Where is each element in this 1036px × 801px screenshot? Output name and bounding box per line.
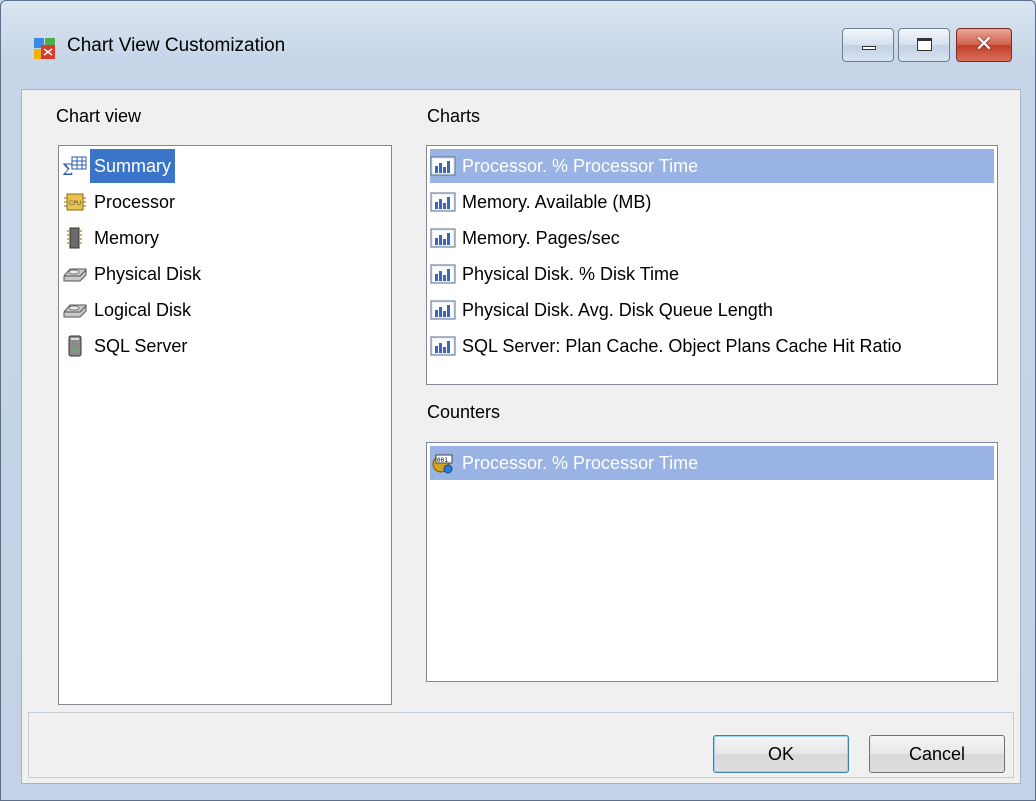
counters-item-label: Processor. % Processor Time xyxy=(462,453,699,473)
chart-view-item[interactable]: Memory xyxy=(62,221,163,255)
chart-view-list[interactable]: Σ Summary CPU Processor Memory Physical Disk L… xyxy=(58,145,392,705)
charts-item[interactable]: Memory. Pages/sec xyxy=(430,221,994,255)
chart-icon xyxy=(430,263,456,285)
minimize-button[interactable] xyxy=(842,28,894,62)
charts-item[interactable]: SQL Server: Plan Cache. Object Plans Cac… xyxy=(430,329,994,363)
chart-icon xyxy=(430,335,456,357)
charts-item-label: Processor. % Processor Time xyxy=(462,156,699,176)
charts-item-label: SQL Server: Plan Cache. Object Plans Cac… xyxy=(462,336,902,356)
charts-item[interactable]: Processor. % Processor Time xyxy=(430,149,994,183)
chart-icon xyxy=(430,227,456,249)
charts-item[interactable]: Memory. Available (MB) xyxy=(430,185,994,219)
counters-label: Counters xyxy=(427,402,501,422)
counters-item[interactable]: 001 Processor. % Processor Time xyxy=(430,446,994,480)
chart-view-item-label: Processor xyxy=(94,192,176,212)
chart-view-item[interactable]: Physical Disk xyxy=(62,257,205,291)
chart-view-item[interactable]: CPU Processor xyxy=(62,185,179,219)
maximize-icon xyxy=(917,38,932,51)
chart-view-item-label: Memory xyxy=(94,228,160,248)
chart-view-item[interactable]: Σ Summary xyxy=(62,149,176,183)
minimize-icon xyxy=(862,46,876,50)
charts-item-label: Physical Disk. % Disk Time xyxy=(462,264,680,284)
close-icon: ✕ xyxy=(974,31,994,56)
close-button[interactable]: ✕ xyxy=(956,28,1012,62)
charts-item-label: Memory. Available (MB) xyxy=(462,192,652,212)
charts-item[interactable]: Physical Disk. % Disk Time xyxy=(430,257,994,291)
counters-list[interactable]: 001 Processor. % Processor Time xyxy=(426,442,998,682)
button-bar: OK Cancel xyxy=(28,712,1014,778)
chart-view-item-label: Summary xyxy=(90,149,176,183)
cancel-button[interactable]: Cancel xyxy=(869,735,1005,773)
dialog-client-area: Chart view Σ Summary CPU Processor Memory Phy… xyxy=(21,89,1021,784)
chart-view-item[interactable]: SQL Server xyxy=(62,329,191,363)
charts-item[interactable]: Physical Disk. Avg. Disk Queue Length xyxy=(430,293,994,327)
ok-button[interactable]: OK xyxy=(713,735,849,773)
charts-item-label: Memory. Pages/sec xyxy=(462,228,620,248)
title-bar[interactable]: Chart View Customization ✕ xyxy=(1,1,1035,89)
disk-icon xyxy=(62,263,88,285)
svg-text:001: 001 xyxy=(437,457,448,464)
window-title: Chart View Customization xyxy=(67,35,286,56)
disk-icon xyxy=(62,299,88,321)
summary-icon: Σ xyxy=(62,155,88,179)
charts-label: Charts xyxy=(427,106,481,126)
chart-view-item[interactable]: Logical Disk xyxy=(62,293,195,327)
chart-view-item-label: Physical Disk xyxy=(94,264,202,284)
memory-icon xyxy=(62,227,88,249)
chart-icon xyxy=(430,191,456,213)
dialog-window: Chart View Customization ✕ Chart view ΣS… xyxy=(0,0,1036,801)
svg-text:CPU: CPU xyxy=(69,200,81,207)
server-icon xyxy=(62,335,88,357)
chart-view-item-label: Logical Disk xyxy=(94,300,192,320)
processor-icon: CPU xyxy=(62,191,88,213)
chart-view-item-label: SQL Server xyxy=(94,336,188,356)
chart-icon xyxy=(430,299,456,321)
chart-view-label: Chart view xyxy=(56,106,142,126)
maximize-button[interactable] xyxy=(898,28,950,62)
counter-icon: 001 xyxy=(430,452,456,474)
app-icon xyxy=(34,38,55,59)
charts-item-label: Physical Disk. Avg. Disk Queue Length xyxy=(462,300,773,320)
chart-icon xyxy=(430,155,456,177)
charts-list[interactable]: Processor. % Processor Time Memory. Avail… xyxy=(426,145,998,385)
